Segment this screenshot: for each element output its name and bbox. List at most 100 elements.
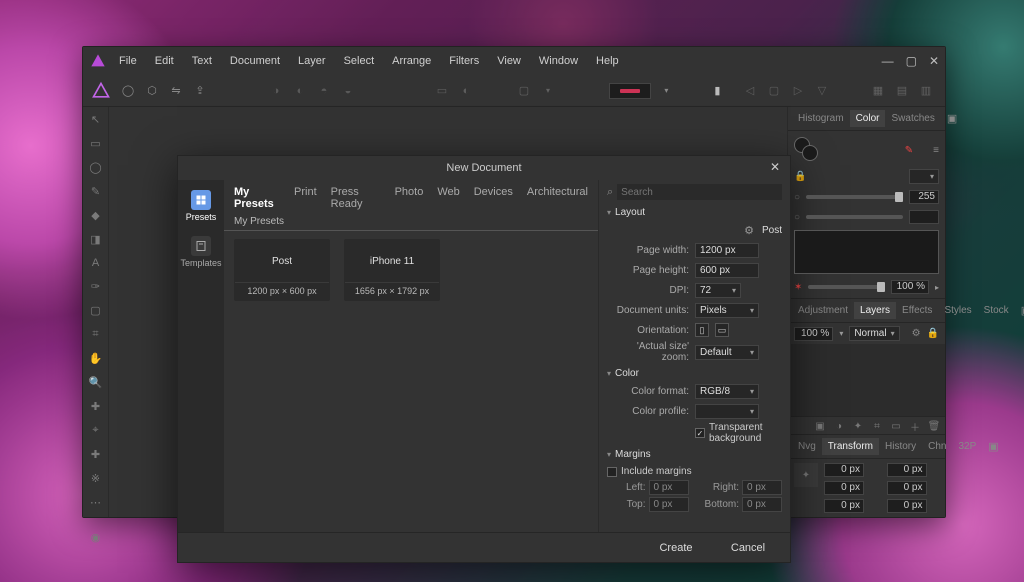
actual-zoom-select[interactable]: Default▾ — [695, 345, 759, 360]
tb-snap-c-icon[interactable]: ▥ — [915, 80, 937, 102]
page-width-input[interactable]: 1200 px — [695, 243, 759, 258]
tool-eyedrop-icon[interactable]: ✚ — [87, 400, 105, 413]
include-margins-checkbox[interactable] — [607, 467, 617, 477]
tool-more-icon[interactable]: ⋯ — [87, 496, 105, 509]
tool-lasso-icon[interactable]: ◯ — [87, 161, 105, 174]
section-color-header[interactable]: ▾ Color — [599, 365, 790, 382]
tab-architectural[interactable]: Architectural — [527, 186, 588, 210]
tab-print[interactable]: Print — [294, 186, 317, 210]
tool-zoom-icon[interactable]: 🔍 — [87, 376, 105, 389]
tb-snap-b-icon[interactable]: ▤ — [891, 80, 913, 102]
panel-popout-icon[interactable]: ▣ — [941, 109, 963, 128]
dpi-select[interactable]: 72▾ — [695, 283, 741, 298]
tf-x-input[interactable]: 0 px — [824, 463, 864, 477]
tb-shape-b-icon[interactable]: ◐ — [289, 80, 311, 102]
menu-select[interactable]: Select — [344, 55, 375, 67]
menu-document[interactable]: Document — [230, 55, 280, 67]
tool-swatch-fg-icon[interactable]: ◉ — [87, 531, 105, 544]
section-margins-header[interactable]: ▾ Margins — [599, 446, 790, 463]
menu-arrange[interactable]: Arrange — [392, 55, 431, 67]
channel-slider-1[interactable] — [806, 195, 903, 199]
color-format-select[interactable]: RGB/8▾ — [695, 384, 759, 399]
tb-align-d-icon[interactable]: ▽ — [811, 80, 833, 102]
cancel-button[interactable]: Cancel — [720, 538, 776, 558]
tb-snap-a-icon[interactable]: ▦ — [867, 80, 889, 102]
sidebar-presets[interactable]: Presets — [181, 186, 221, 226]
blend-mode-select[interactable]: Normal▾ — [849, 326, 899, 341]
layer-crop-icon[interactable]: ⌗ — [870, 419, 884, 433]
menu-file[interactable]: File — [119, 55, 137, 67]
tb-shape-d-icon[interactable]: ◒ — [337, 80, 359, 102]
tab-photo[interactable]: Photo — [395, 186, 424, 210]
tool-circle-icon[interactable]: ◯ — [117, 80, 139, 102]
tab-nvg[interactable]: Nvg — [792, 438, 822, 455]
orientation-portrait[interactable]: ▯ — [695, 323, 709, 337]
tool-hand-icon[interactable]: ✋ — [87, 352, 105, 365]
close-icon[interactable]: ✕ — [929, 54, 939, 68]
tab-adjustment[interactable]: Adjustment — [792, 302, 854, 319]
tool-move-icon[interactable]: ↖ — [87, 113, 105, 126]
layer-mask-icon[interactable]: ▣ — [813, 419, 827, 433]
tb-shape-c-icon[interactable]: ◓ — [313, 80, 335, 102]
minimize-icon[interactable]: — — [882, 54, 894, 68]
opacity-caret-icon[interactable]: ▾ — [839, 329, 843, 338]
orientation-landscape[interactable]: ▭ — [715, 323, 729, 337]
tab-layers[interactable]: Layers — [854, 302, 896, 319]
gear-icon[interactable]: ⚙ — [912, 328, 921, 339]
section-layout-header[interactable]: ▾ Layout — [599, 204, 790, 221]
create-button[interactable]: Create — [648, 538, 704, 558]
dialog-search-input[interactable] — [617, 184, 782, 200]
tool-clone-icon[interactable]: ⌖ — [87, 424, 105, 437]
tab-effects[interactable]: Effects — [896, 302, 938, 319]
tb-droplet-icon[interactable]: ▮ — [708, 80, 727, 102]
tool-fill-icon[interactable]: ◆ — [87, 209, 105, 222]
tool-brush-icon[interactable]: ✎ — [87, 185, 105, 198]
channel-value-2[interactable] — [909, 210, 939, 224]
tf-h-input[interactable]: 0 px — [887, 481, 927, 495]
transparent-checkbox[interactable]: ✓ — [695, 428, 705, 438]
tool-select-icon[interactable]: ▭ — [87, 137, 105, 150]
fg-bg-swatch-icon[interactable] — [794, 137, 820, 163]
layers-list[interactable] — [788, 344, 945, 416]
tb-mask2-icon[interactable]: ◐ — [455, 80, 477, 102]
layer-opacity-input[interactable]: 100 % — [794, 327, 833, 341]
margin-bottom-input[interactable]: 0 px — [742, 497, 782, 512]
menu-edit[interactable]: Edit — [155, 55, 174, 67]
tab-press-ready[interactable]: Press Ready — [331, 186, 381, 210]
sidebar-templates[interactable]: Templates — [181, 232, 221, 272]
panel-popout-icon[interactable]: ▣ — [982, 437, 1004, 456]
tool-gradient-icon[interactable]: ◨ — [87, 233, 105, 246]
menu-help[interactable]: Help — [596, 55, 619, 67]
color-profile-select[interactable]: ▾ — [695, 404, 759, 419]
opacity-slider[interactable] — [808, 285, 885, 289]
color-menu-icon[interactable]: ≡ — [933, 145, 939, 156]
units-select[interactable]: Pixels▾ — [695, 303, 759, 318]
channel-slider-2[interactable] — [806, 215, 903, 219]
menu-view[interactable]: View — [497, 55, 521, 67]
tf-w-input[interactable]: 0 px — [887, 463, 927, 477]
tb-align-l-icon[interactable]: ◁ — [739, 80, 761, 102]
layer-fx-icon[interactable]: ✦ — [851, 419, 865, 433]
menu-text[interactable]: Text — [192, 55, 212, 67]
tf-s-input[interactable]: 0 px — [887, 499, 927, 513]
menu-window[interactable]: Window — [539, 55, 578, 67]
tf-r-input[interactable]: 0 px — [824, 499, 864, 513]
tab-web[interactable]: Web — [437, 186, 459, 210]
preset-card-post[interactable]: Post 1200 px × 600 px — [234, 239, 330, 301]
opacity-value[interactable]: 100 % — [891, 280, 929, 294]
gear-icon[interactable]: ⚙ — [744, 224, 754, 237]
menu-filters[interactable]: Filters — [449, 55, 479, 67]
opacity-caret-icon[interactable]: ▸ — [935, 283, 939, 292]
tool-crop-icon[interactable]: ⌗ — [87, 328, 105, 341]
tab-color[interactable]: Color — [850, 110, 886, 127]
eyedropper-icon[interactable]: ✎ — [905, 145, 913, 156]
tab-histogram[interactable]: Histogram — [792, 110, 850, 127]
layer-add-icon[interactable]: ＋ — [908, 419, 922, 433]
lock-icon[interactable]: 🔒 — [794, 171, 806, 183]
tab-history[interactable]: History — [879, 438, 922, 455]
tb-align-r-icon[interactable]: ▷ — [787, 80, 809, 102]
tab-32p[interactable]: 32P — [952, 438, 982, 455]
layer-adjust-icon[interactable]: ◑ — [832, 419, 846, 433]
tool-pen-icon[interactable]: ✑ — [87, 280, 105, 293]
lock-icon[interactable]: 🔒 — [927, 328, 939, 339]
